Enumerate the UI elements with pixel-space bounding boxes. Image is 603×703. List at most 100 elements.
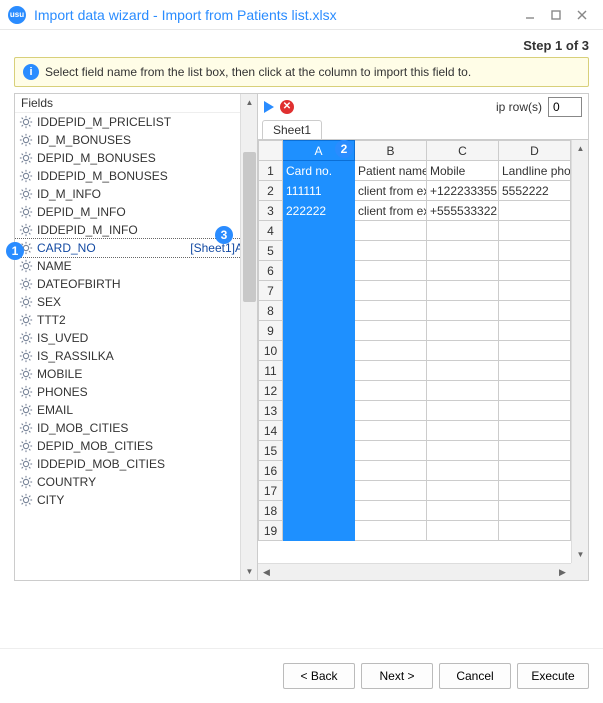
- field-item[interactable]: PHONES: [15, 383, 257, 401]
- cell[interactable]: [283, 341, 355, 361]
- row-header[interactable]: 14: [259, 421, 283, 441]
- cell[interactable]: [355, 361, 427, 381]
- cell[interactable]: [499, 501, 571, 521]
- row-header[interactable]: 4: [259, 221, 283, 241]
- next-button[interactable]: Next >: [361, 663, 433, 689]
- cell[interactable]: [283, 461, 355, 481]
- cell[interactable]: [283, 401, 355, 421]
- cell[interactable]: [355, 241, 427, 261]
- cell[interactable]: [283, 481, 355, 501]
- cell[interactable]: [499, 441, 571, 461]
- cell[interactable]: 5552222: [499, 181, 571, 201]
- cell[interactable]: [283, 421, 355, 441]
- cell[interactable]: [427, 521, 499, 541]
- cell[interactable]: [499, 421, 571, 441]
- cell[interactable]: [499, 521, 571, 541]
- cell[interactable]: [499, 381, 571, 401]
- table-row[interactable]: 19: [259, 521, 588, 541]
- col-header[interactable]: B: [355, 141, 427, 161]
- scroll-up-icon[interactable]: ▲: [572, 140, 588, 157]
- maximize-button[interactable]: [543, 5, 569, 25]
- delete-icon[interactable]: ✕: [280, 100, 294, 114]
- cell[interactable]: [355, 421, 427, 441]
- cell[interactable]: [499, 221, 571, 241]
- scroll-left-icon[interactable]: ◀: [258, 564, 275, 580]
- cell[interactable]: Landline phon: [499, 161, 571, 181]
- row-header[interactable]: 9: [259, 321, 283, 341]
- sheet-grid[interactable]: ABCD1Card no.Patient nameMobileLandline …: [258, 140, 588, 541]
- field-item[interactable]: ID_M_INFO: [15, 185, 257, 203]
- table-row[interactable]: 2111111client from ex+1222333555552222: [259, 181, 588, 201]
- row-header[interactable]: 7: [259, 281, 283, 301]
- cell[interactable]: 111111: [283, 181, 355, 201]
- cell[interactable]: [499, 241, 571, 261]
- table-row[interactable]: 15: [259, 441, 588, 461]
- field-item[interactable]: COUNTRY: [15, 473, 257, 491]
- cell[interactable]: [427, 221, 499, 241]
- grid-hscrollbar[interactable]: ◀ ▶: [258, 563, 571, 580]
- cell[interactable]: [283, 501, 355, 521]
- cell[interactable]: [355, 461, 427, 481]
- cell[interactable]: [283, 441, 355, 461]
- row-header[interactable]: 19: [259, 521, 283, 541]
- table-row[interactable]: 6: [259, 261, 588, 281]
- table-row[interactable]: 13: [259, 401, 588, 421]
- row-header[interactable]: 13: [259, 401, 283, 421]
- cell[interactable]: [355, 401, 427, 421]
- field-item[interactable]: ID_M_BONUSES: [15, 131, 257, 149]
- row-header[interactable]: 3: [259, 201, 283, 221]
- field-item[interactable]: DEPID_M_INFO: [15, 203, 257, 221]
- table-row[interactable]: 11: [259, 361, 588, 381]
- col-header[interactable]: D: [499, 141, 571, 161]
- cell[interactable]: [499, 301, 571, 321]
- play-icon[interactable]: [264, 101, 274, 113]
- cell[interactable]: [283, 241, 355, 261]
- cell[interactable]: +122233355: [427, 181, 499, 201]
- field-item[interactable]: SEX: [15, 293, 257, 311]
- field-item[interactable]: MOBILE: [15, 365, 257, 383]
- table-row[interactable]: 4: [259, 221, 588, 241]
- field-item[interactable]: IDDEPID_MOB_CITIES: [15, 455, 257, 473]
- row-header[interactable]: 5: [259, 241, 283, 261]
- cell[interactable]: [499, 281, 571, 301]
- cell[interactable]: [427, 481, 499, 501]
- field-item[interactable]: IDDEPID_M_PRICELIST: [15, 113, 257, 131]
- minimize-button[interactable]: [517, 5, 543, 25]
- cell[interactable]: [283, 321, 355, 341]
- fields-list[interactable]: IDDEPID_M_PRICELISTID_M_BONUSESDEPID_M_B…: [15, 113, 257, 580]
- scroll-down-icon[interactable]: ▼: [241, 563, 258, 580]
- cell[interactable]: [283, 281, 355, 301]
- row-header[interactable]: 16: [259, 461, 283, 481]
- cell[interactable]: [283, 381, 355, 401]
- cell[interactable]: [427, 501, 499, 521]
- table-row[interactable]: 17: [259, 481, 588, 501]
- cell[interactable]: [355, 321, 427, 341]
- execute-button[interactable]: Execute: [517, 663, 589, 689]
- close-button[interactable]: [569, 5, 595, 25]
- cell[interactable]: [427, 301, 499, 321]
- scroll-thumb[interactable]: [243, 152, 256, 302]
- row-header[interactable]: 15: [259, 441, 283, 461]
- cell[interactable]: [283, 221, 355, 241]
- table-row[interactable]: 12: [259, 381, 588, 401]
- cell[interactable]: [355, 381, 427, 401]
- corner-cell[interactable]: [259, 141, 283, 161]
- cell[interactable]: [355, 521, 427, 541]
- cell[interactable]: [499, 481, 571, 501]
- cell[interactable]: [355, 501, 427, 521]
- cell[interactable]: [499, 261, 571, 281]
- cell[interactable]: +555533322: [427, 201, 499, 221]
- cell[interactable]: client from ex: [355, 181, 427, 201]
- cell[interactable]: [355, 221, 427, 241]
- cell[interactable]: [427, 261, 499, 281]
- cell[interactable]: 222222: [283, 201, 355, 221]
- cell[interactable]: [355, 301, 427, 321]
- row-header[interactable]: 11: [259, 361, 283, 381]
- scroll-up-icon[interactable]: ▲: [241, 94, 258, 111]
- cancel-button[interactable]: Cancel: [439, 663, 511, 689]
- table-row[interactable]: 18: [259, 501, 588, 521]
- row-header[interactable]: 17: [259, 481, 283, 501]
- skip-rows-input[interactable]: [548, 97, 582, 117]
- scroll-down-icon[interactable]: ▼: [572, 546, 588, 563]
- cell[interactable]: [499, 321, 571, 341]
